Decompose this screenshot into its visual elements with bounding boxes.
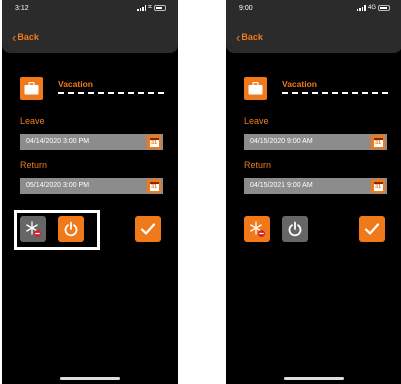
leave-datetime-field[interactable]: 04/15/2020 9:00 AM 31 bbox=[244, 134, 387, 150]
leave-label: Leave bbox=[244, 116, 269, 126]
briefcase-icon bbox=[20, 77, 43, 100]
calendar-icon[interactable]: 31 bbox=[147, 179, 161, 193]
return-datetime-field[interactable]: 04/15/2021 9:00 AM 31 bbox=[244, 178, 387, 194]
power-button[interactable] bbox=[282, 216, 308, 242]
return-label: Return bbox=[20, 160, 48, 170]
confirm-button[interactable] bbox=[135, 216, 161, 242]
snowflake-off-icon bbox=[250, 221, 265, 237]
signal-icon bbox=[137, 5, 147, 11]
status-time: 9:00 bbox=[239, 5, 253, 12]
vacation-title: Vacation bbox=[58, 79, 93, 89]
leave-label: Leave bbox=[20, 116, 45, 126]
home-indicator bbox=[60, 377, 120, 380]
checkmark-icon bbox=[140, 223, 156, 235]
back-label: Back bbox=[17, 32, 39, 42]
wifi-icon: ⌗ bbox=[148, 4, 152, 11]
status-bar: 9:00 4G bbox=[226, 0, 401, 24]
back-button[interactable]: ‹ Back bbox=[236, 29, 263, 45]
back-button[interactable]: ‹ Back bbox=[12, 29, 39, 45]
return-value: 05/14/2020 3:00 PM bbox=[26, 182, 90, 189]
power-icon bbox=[288, 221, 302, 237]
return-datetime-field[interactable]: 05/14/2020 3:00 PM 31 bbox=[20, 178, 163, 194]
signal-icon bbox=[356, 5, 366, 11]
nav-bar: ‹ Back bbox=[226, 24, 401, 53]
battery-icon bbox=[378, 5, 390, 11]
power-button[interactable] bbox=[58, 216, 84, 242]
nav-bar: ‹ Back bbox=[2, 24, 178, 53]
calendar-icon[interactable]: 31 bbox=[147, 135, 161, 149]
phone-screen-left: 3:12 ⌗ ‹ Back Vacation Leave 04/14/2020 … bbox=[2, 0, 178, 384]
snowflake-off-button[interactable] bbox=[244, 216, 270, 242]
home-indicator bbox=[284, 377, 344, 380]
return-value: 04/15/2021 9:00 AM bbox=[250, 182, 313, 189]
briefcase-icon bbox=[244, 77, 267, 100]
battery-icon bbox=[154, 5, 166, 11]
vacation-title: Vacation bbox=[282, 79, 317, 89]
status-bar: 3:12 ⌗ bbox=[2, 0, 178, 24]
status-indicators: 4G bbox=[356, 5, 390, 11]
power-icon bbox=[64, 221, 78, 237]
phone-screen-right: 9:00 4G ‹ Back Vacation Leave 04/15/2020… bbox=[226, 0, 401, 384]
chevron-left-icon: ‹ bbox=[12, 29, 17, 45]
status-indicators: ⌗ bbox=[137, 4, 166, 11]
checkmark-icon bbox=[364, 223, 380, 235]
network-type: 4G bbox=[367, 5, 376, 11]
back-label: Back bbox=[241, 32, 263, 42]
vacation-underline bbox=[58, 92, 164, 94]
calendar-icon[interactable]: 31 bbox=[371, 135, 385, 149]
chevron-left-icon: ‹ bbox=[236, 29, 241, 45]
return-label: Return bbox=[244, 160, 272, 170]
vacation-underline bbox=[282, 92, 388, 94]
snowflake-off-button[interactable] bbox=[20, 216, 46, 242]
leave-datetime-field[interactable]: 04/14/2020 3:00 PM 31 bbox=[20, 134, 163, 150]
leave-value: 04/14/2020 3:00 PM bbox=[26, 138, 90, 145]
calendar-icon[interactable]: 31 bbox=[371, 179, 385, 193]
confirm-button[interactable] bbox=[359, 216, 385, 242]
snowflake-off-icon bbox=[26, 221, 41, 237]
leave-value: 04/15/2020 9:00 AM bbox=[250, 138, 313, 145]
status-time: 3:12 bbox=[15, 5, 29, 12]
